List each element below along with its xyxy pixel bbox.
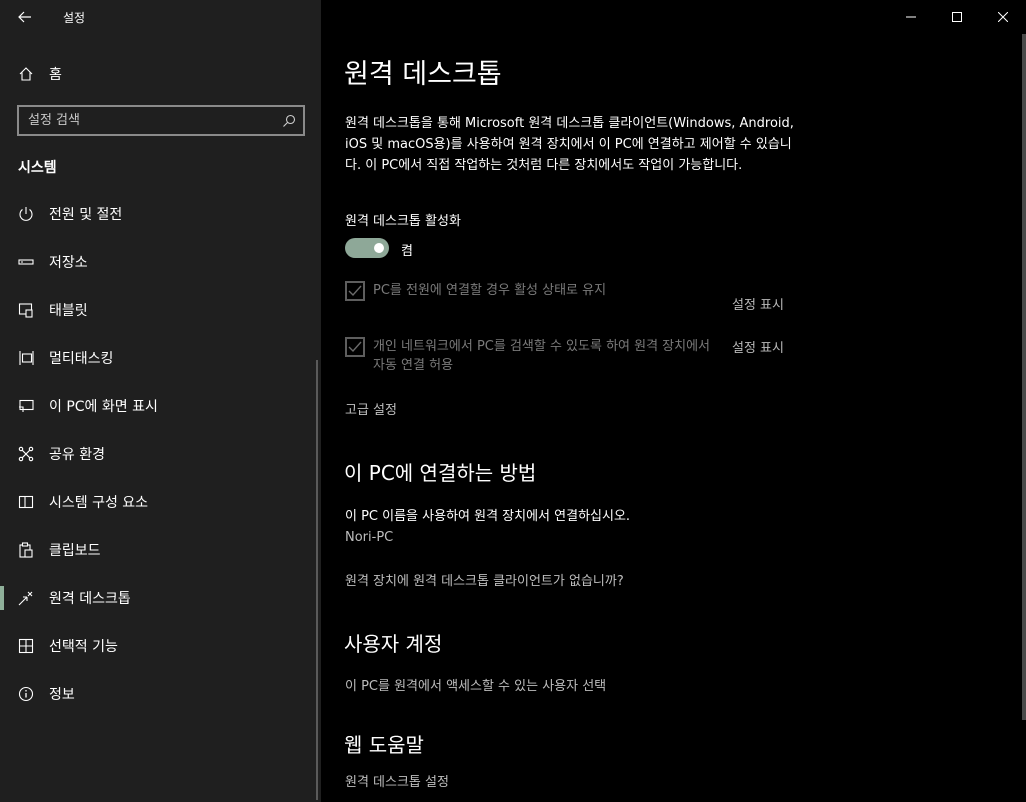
search-input[interactable] xyxy=(19,107,275,134)
sidebar-item-label: 이 PC에 화면 표시 xyxy=(49,399,158,415)
storage-icon xyxy=(17,253,35,271)
sidebar-item-power[interactable]: 전원 및 절전 xyxy=(0,190,316,238)
sidebar-item-label: 전원 및 절전 xyxy=(49,207,123,223)
sidebar-item-label: 시스템 구성 요소 xyxy=(49,495,149,511)
home-icon xyxy=(18,66,34,82)
sidebar-item-home[interactable]: 홈 xyxy=(0,58,321,90)
no-client-link[interactable]: 원격 장치에 원격 데스크톱 클라이언트가 없습니까? xyxy=(345,570,624,589)
pc-name: Nori-PC xyxy=(345,530,394,545)
maximize-icon xyxy=(952,12,962,22)
sidebar-item-label: 저장소 xyxy=(49,255,88,271)
back-arrow-icon xyxy=(18,11,31,23)
checkmark-icon xyxy=(348,285,362,297)
select-users-link[interactable]: 이 PC를 원격에서 액세스할 수 있는 사용자 선택 xyxy=(345,675,606,694)
search-box xyxy=(17,105,305,136)
search-icon[interactable] xyxy=(275,107,303,135)
page-title: 원격 데스크톱 xyxy=(344,59,502,90)
back-button[interactable] xyxy=(10,4,40,30)
sidebar-item-system-components[interactable]: 시스템 구성 요소 xyxy=(0,478,316,526)
section-title: 시스템 xyxy=(18,160,57,176)
sidebar-item-clipboard[interactable]: 클립보드 xyxy=(0,526,316,574)
checkbox-label: PC를 전원에 연결할 경우 활성 상태로 유지 xyxy=(373,283,607,298)
close-button[interactable] xyxy=(980,0,1026,34)
option-keep-awake: PC를 전원에 연결할 경우 활성 상태로 유지 xyxy=(345,281,713,301)
sidebar-item-label: 클립보드 xyxy=(49,543,101,559)
sidebar-item-multitasking[interactable]: 멀티태스킹 xyxy=(0,334,316,382)
sidebar-item-label: 정보 xyxy=(49,687,75,703)
sidebar-item-optional-features[interactable]: 선택적 기능 xyxy=(0,622,316,670)
sidebar-scrollbar[interactable] xyxy=(316,360,318,800)
connect-text: 이 PC 이름을 사용하여 원격 장치에서 연결하십시오. xyxy=(345,509,631,524)
option-discoverable: 개인 네트워크에서 PC를 검색할 수 있도록 하여 원격 장치에서 자동 연결… xyxy=(345,337,713,375)
web-help-heading: 웹 도움말 xyxy=(344,733,424,757)
checkbox-label: 개인 네트워크에서 PC를 검색할 수 있도록 하여 원격 장치에서 자동 연결… xyxy=(373,339,711,373)
accounts-heading: 사용자 계정 xyxy=(344,632,443,656)
app-title: 설정 xyxy=(63,11,86,25)
info-icon xyxy=(17,685,35,703)
clipboard-icon xyxy=(17,541,35,559)
web-help-link[interactable]: 원격 데스크톱 설정 xyxy=(345,771,449,790)
sidebar-item-label: 멀티태스킹 xyxy=(49,351,114,367)
titlebar-left: 설정 xyxy=(0,0,321,34)
minimize-button[interactable] xyxy=(888,0,934,34)
maximize-button[interactable] xyxy=(934,0,980,34)
sidebar-item-info[interactable]: 정보 xyxy=(0,670,316,718)
sidebar-item-label: 태블릿 xyxy=(49,303,88,319)
sidebar-item-tablet[interactable]: 태블릿 xyxy=(0,286,316,334)
sidebar-item-shared-experiences[interactable]: 공유 환경 xyxy=(0,430,316,478)
remote-desktop-icon xyxy=(17,589,35,607)
sidebar-item-project[interactable]: 이 PC에 화면 표시 xyxy=(0,382,316,430)
sidebar-item-remote-desktop[interactable]: 원격 데스크톱 xyxy=(0,574,316,622)
power-icon xyxy=(17,205,35,223)
keep-awake-checkbox[interactable] xyxy=(345,281,365,301)
sidebar-nav: 전원 및 절전 저장소 태블릿 멀티태스킹 이 PC에 화면 표시 공유 환경 … xyxy=(0,190,316,718)
system-components-icon xyxy=(17,493,35,511)
sidebar-item-storage[interactable]: 저장소 xyxy=(0,238,316,286)
sidebar-item-label: 선택적 기능 xyxy=(49,639,118,655)
project-icon xyxy=(17,397,35,415)
sidebar: 설정 홈 시스템 전원 및 절전 저장소 xyxy=(0,0,321,802)
sidebar-item-label: 홈 xyxy=(49,67,62,83)
shared-experiences-icon xyxy=(17,445,35,463)
toggle-knob xyxy=(374,243,384,253)
checkmark-icon xyxy=(348,341,362,353)
sidebar-item-label: 원격 데스크톱 xyxy=(49,591,131,607)
window-controls xyxy=(888,0,1026,34)
main-content: 원격 데스크톱 원격 데스크톱을 통해 Microsoft 원격 데스크톱 클라… xyxy=(321,0,1026,802)
discoverable-checkbox[interactable] xyxy=(345,337,365,357)
multitasking-icon xyxy=(17,349,35,367)
remote-desktop-toggle[interactable] xyxy=(345,238,389,258)
optional-features-icon xyxy=(17,637,35,655)
tablet-icon xyxy=(17,301,35,319)
content-scrollbar[interactable] xyxy=(1022,34,1026,720)
show-settings-link-1[interactable]: 설정 표시 xyxy=(732,294,784,313)
page-description: 원격 데스크톱을 통해 Microsoft 원격 데스크톱 클라이언트(Wind… xyxy=(345,116,794,173)
toggle-state: 켬 xyxy=(401,244,413,259)
toggle-label: 원격 데스크톱 활성화 xyxy=(345,214,461,229)
show-settings-link-2[interactable]: 설정 표시 xyxy=(732,337,784,356)
minimize-icon xyxy=(906,16,916,18)
close-icon xyxy=(998,12,1008,22)
advanced-settings-link[interactable]: 고급 설정 xyxy=(345,399,397,418)
sidebar-item-label: 공유 환경 xyxy=(49,447,105,463)
connect-heading: 이 PC에 연결하는 방법 xyxy=(344,461,537,485)
